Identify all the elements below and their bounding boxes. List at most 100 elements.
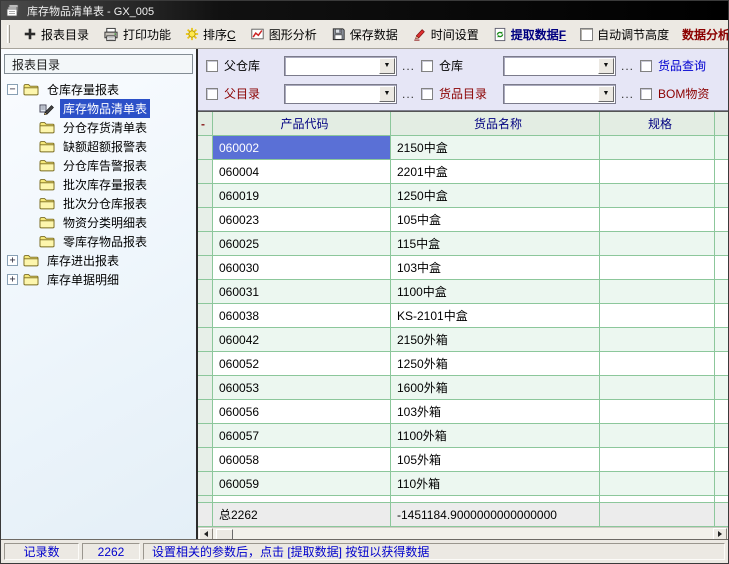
cell-goods-name[interactable]: 110外箱	[391, 472, 600, 496]
cell-product-code[interactable]: 060052	[213, 352, 391, 376]
tree-item[interactable]: −仓库存量报表	[5, 80, 196, 99]
cell-spec[interactable]	[600, 352, 715, 376]
column-header-product-code[interactable]: 产品代码	[213, 112, 391, 136]
row-header[interactable]	[198, 304, 213, 328]
cell-goods-name[interactable]: KS-2101中盒	[391, 304, 600, 328]
graph-analysis-button[interactable]: 图形分析	[245, 24, 322, 45]
goods-catalog-checkbox[interactable]	[421, 88, 433, 100]
row-header[interactable]	[198, 400, 213, 424]
ellipsis-label[interactable]: ...	[621, 59, 634, 73]
scroll-right-button[interactable]	[713, 528, 727, 539]
ellipsis-label[interactable]: ...	[402, 87, 415, 101]
horizontal-scrollbar[interactable]	[198, 527, 728, 539]
chevron-down-icon[interactable]: ▼	[379, 58, 395, 74]
tree-item[interactable]: 批次库存量报表	[5, 175, 196, 194]
save-data-button[interactable]: 保存数据	[326, 24, 403, 45]
row-header[interactable]	[198, 136, 213, 160]
cell-goods-name[interactable]: 105外箱	[391, 448, 600, 472]
row-header[interactable]	[198, 448, 213, 472]
tree-item[interactable]: +库存进出报表	[5, 251, 196, 270]
expand-icon[interactable]: +	[7, 255, 18, 266]
scrollbar-thumb[interactable]	[216, 529, 233, 540]
row-header[interactable]	[198, 256, 213, 280]
ellipsis-label[interactable]: ...	[621, 87, 634, 101]
cell-goods-name[interactable]: 1100中盒	[391, 280, 600, 304]
report-catalog-button[interactable]: 报表目录	[18, 24, 94, 45]
cell-product-code[interactable]: 060031	[213, 280, 391, 304]
cell-goods-name[interactable]: 2150外箱	[391, 328, 600, 352]
parent-warehouse-combo[interactable]: ▼	[284, 56, 397, 76]
cell-goods-name[interactable]: 105中盒	[391, 208, 600, 232]
cell-product-code[interactable]: 060053	[213, 376, 391, 400]
row-header[interactable]	[198, 184, 213, 208]
chevron-down-icon[interactable]: ▼	[379, 86, 395, 102]
toolbar-grip[interactable]	[7, 25, 10, 43]
cell-product-code[interactable]: 060004	[213, 160, 391, 184]
row-header[interactable]	[198, 280, 213, 304]
parent-catalog-combo[interactable]: ▼	[284, 84, 397, 104]
parent-catalog-checkbox[interactable]	[206, 88, 218, 100]
auto-height-toggle[interactable]: 自动调节高度	[575, 24, 674, 45]
cell-spec[interactable]	[600, 424, 715, 448]
cell-spec[interactable]	[600, 184, 715, 208]
cell-goods-name[interactable]: 1250中盒	[391, 184, 600, 208]
tree-item[interactable]: 分仓库告警报表	[5, 156, 196, 175]
grid-corner-cell[interactable]: -	[198, 112, 213, 136]
tree-item[interactable]: 物资分类明细表	[5, 213, 196, 232]
scroll-left-button[interactable]	[199, 528, 213, 539]
cell-spec[interactable]	[600, 472, 715, 496]
column-header-goods-name[interactable]: 货品名称	[391, 112, 600, 136]
row-header[interactable]	[198, 376, 213, 400]
cell-goods-name[interactable]: 115中盒	[391, 232, 600, 256]
tree-item[interactable]: 库存物品清单表	[5, 99, 196, 118]
parent-warehouse-checkbox[interactable]	[206, 60, 218, 72]
cell-goods-name[interactable]: 2201中盒	[391, 160, 600, 184]
tree-item[interactable]: 分仓存货清单表	[5, 118, 196, 137]
data-analysis-label[interactable]: 数据分析	[682, 26, 728, 43]
row-header[interactable]	[198, 424, 213, 448]
tree-item[interactable]: 零库存物品报表	[5, 232, 196, 251]
chevron-down-icon[interactable]: ▼	[598, 58, 614, 74]
row-header[interactable]	[198, 208, 213, 232]
collapse-icon[interactable]: −	[7, 84, 18, 95]
cell-goods-name[interactable]: 1250外箱	[391, 352, 600, 376]
row-header[interactable]	[198, 352, 213, 376]
goods-query-checkbox[interactable]	[640, 60, 652, 72]
cell-spec[interactable]	[600, 208, 715, 232]
cell-product-code[interactable]: 060038	[213, 304, 391, 328]
cell-spec[interactable]	[600, 160, 715, 184]
cell-spec[interactable]	[600, 328, 715, 352]
cell-goods-name[interactable]: 1600外箱	[391, 376, 600, 400]
cell-product-code[interactable]: 060030	[213, 256, 391, 280]
cell-goods-name[interactable]: 2150中盒	[391, 136, 600, 160]
cell-product-code[interactable]: 060025	[213, 232, 391, 256]
cell-goods-name[interactable]: 1100外箱	[391, 424, 600, 448]
cell-spec[interactable]	[600, 232, 715, 256]
ellipsis-label[interactable]: ...	[402, 59, 415, 73]
time-settings-button[interactable]: 时间设置	[407, 24, 484, 45]
cell-spec[interactable]	[600, 400, 715, 424]
tree-item[interactable]: 批次分仓库报表	[5, 194, 196, 213]
warehouse-combo[interactable]: ▼	[503, 56, 616, 76]
cell-product-code[interactable]: 060002	[213, 136, 391, 160]
print-button[interactable]: 打印功能	[98, 24, 176, 45]
cell-spec[interactable]	[600, 256, 715, 280]
row-header[interactable]	[198, 328, 213, 352]
cell-spec[interactable]	[600, 376, 715, 400]
column-header-spec[interactable]: 规格	[600, 112, 715, 136]
goods-catalog-combo[interactable]: ▼	[503, 84, 616, 104]
chevron-down-icon[interactable]: ▼	[598, 86, 614, 102]
cell-product-code[interactable]: 060019	[213, 184, 391, 208]
sort-button[interactable]: 排序C	[180, 24, 241, 45]
cell-spec[interactable]	[600, 136, 715, 160]
cell-product-code[interactable]: 060058	[213, 448, 391, 472]
expand-icon[interactable]: +	[7, 274, 18, 285]
cell-product-code[interactable]: 060057	[213, 424, 391, 448]
cell-spec[interactable]	[600, 448, 715, 472]
cell-spec[interactable]	[600, 280, 715, 304]
cell-product-code[interactable]: 060042	[213, 328, 391, 352]
row-header[interactable]	[198, 160, 213, 184]
row-header[interactable]	[198, 472, 213, 496]
warehouse-checkbox[interactable]	[421, 60, 433, 72]
tree-item[interactable]: 缺额超额报警表	[5, 137, 196, 156]
